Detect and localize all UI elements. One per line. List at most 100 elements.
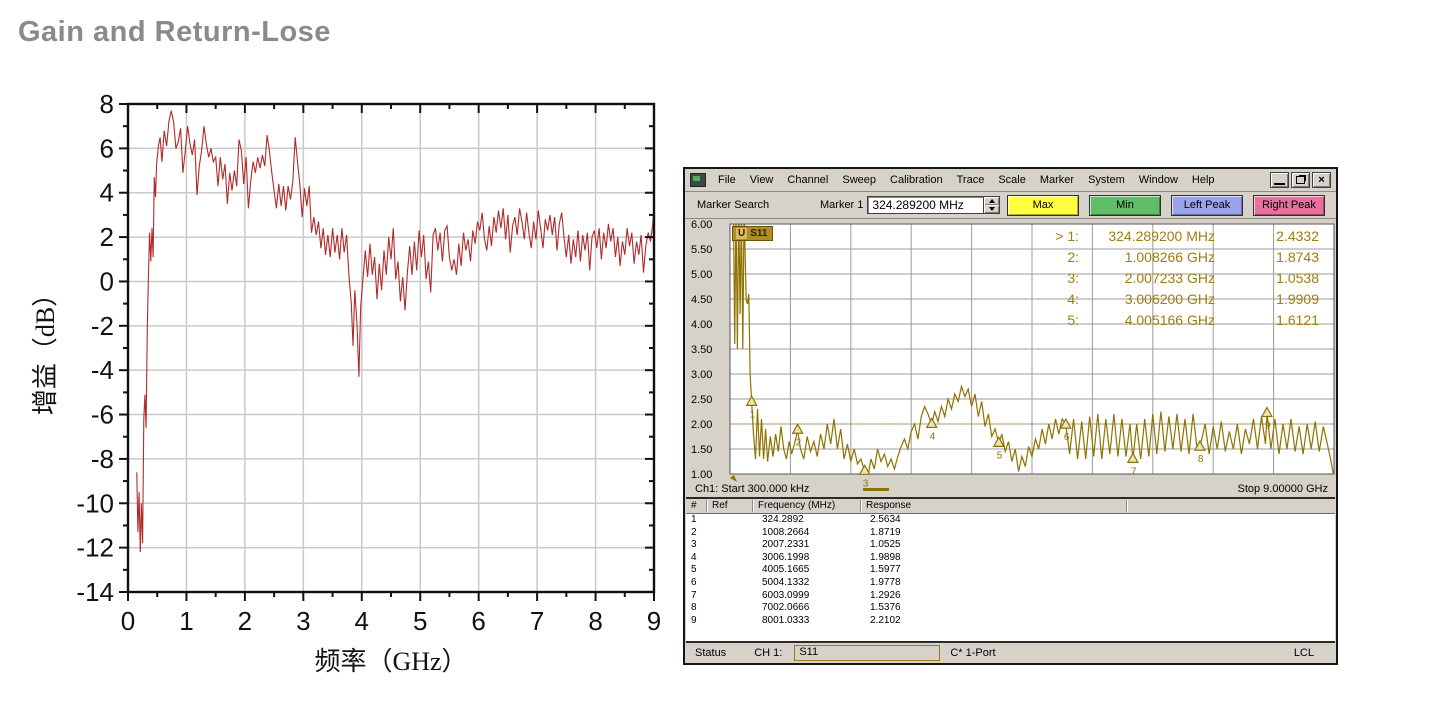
na-scale-label: 4.50 bbox=[691, 294, 712, 306]
menu-view[interactable]: View bbox=[743, 172, 781, 188]
gain-chart: 0 1 2 3 4 5 6 7 8 9 8 6 4 2 0 -2 -4 -6 -8 -10 -12 -14 频率（GHz） 增… bbox=[28, 76, 676, 689]
na-scale-label: 2.50 bbox=[691, 394, 712, 406]
y-axis-title: 增益（dB） bbox=[31, 281, 60, 415]
na-scale-label: 1.00 bbox=[691, 469, 712, 481]
table-row[interactable]: 1 324.2892 2.5634 bbox=[686, 514, 1335, 527]
x-tick-label: 2 bbox=[238, 606, 252, 636]
marker-5[interactable]: 5 bbox=[992, 436, 1005, 461]
marker-6[interactable]: 6 bbox=[1059, 417, 1072, 443]
na-scale-label: 6.00 bbox=[691, 219, 712, 231]
x-tick-label: 9 bbox=[647, 606, 661, 636]
menu-window[interactable]: Window bbox=[1132, 172, 1185, 188]
menu-file[interactable]: File bbox=[711, 172, 743, 188]
y-tick-label: 6 bbox=[100, 133, 114, 163]
y-tick-label: -8 bbox=[91, 444, 114, 474]
marker-1[interactable]: 1 bbox=[745, 395, 758, 420]
start-frequency-label: Ch1: Start 300.000 kHz bbox=[695, 483, 810, 495]
marker-readout-row: > 1: 324.289200 MHz 2.4332 bbox=[1055, 227, 1319, 244]
x-tick-label: 6 bbox=[471, 606, 485, 636]
s11-plot-section: 6.00 5.50 5.00 4.50 4.00 3.50 3.00 2.50 2.00 1.50… bbox=[685, 219, 1336, 489]
table-row[interactable]: 7 6003.0999 1.2926 bbox=[686, 590, 1335, 603]
status-measurement[interactable]: S11 bbox=[794, 645, 941, 661]
menu-items: File View Channel Sweep Calibration Trace Scal… bbox=[711, 172, 1222, 188]
table-row[interactable]: 2 1008.2664 1.8719 bbox=[686, 527, 1335, 540]
marker-table-header: # Ref Frequency (MHz) Response bbox=[686, 499, 1335, 514]
marker-number-label: Marker 1 bbox=[820, 199, 864, 211]
menu-channel[interactable]: Channel bbox=[780, 172, 835, 188]
marker-readout-row: 4: 3.006200 GHz 1.9909 bbox=[1067, 290, 1319, 307]
svg-text:6: 6 bbox=[1064, 432, 1070, 443]
marker-7[interactable]: 7 bbox=[1126, 452, 1139, 477]
marker-4[interactable]: 4 bbox=[925, 417, 938, 442]
stop-frequency-label: Stop 9.00000 GHz bbox=[1237, 483, 1328, 495]
trace-status-tag[interactable]: U S11 bbox=[732, 226, 774, 241]
x-tick-label: 1 bbox=[179, 606, 193, 636]
gain-chart-svg: 0 1 2 3 4 5 6 7 8 9 8 6 4 2 0 -2 -4 -6 -8 -10 -12 -14 频率（GHz） 增… bbox=[31, 89, 661, 676]
marker-table: # Ref Frequency (MHz) Response 1 324.2892… bbox=[686, 497, 1335, 643]
marker-frequency-stepper bbox=[984, 196, 1001, 214]
menu-bar: File View Channel Sweep Calibration Trace Scal… bbox=[685, 169, 1336, 192]
svg-text:5: 5 bbox=[997, 450, 1003, 461]
table-row[interactable]: 6 5004.1332 1.9778 bbox=[686, 577, 1335, 590]
x-tick-label: 4 bbox=[355, 606, 369, 636]
page-title: Gain and Return-Lose bbox=[18, 16, 331, 48]
table-row[interactable]: 5 4005.1665 1.5977 bbox=[686, 564, 1335, 577]
svg-text:1: 1 bbox=[750, 409, 756, 420]
marker-frequency-input[interactable]: 324.289200 MHz bbox=[867, 196, 985, 214]
y-tick-label: -12 bbox=[76, 533, 114, 563]
col-response: Response bbox=[866, 500, 912, 511]
right-peak-button[interactable]: Right Peak bbox=[1253, 194, 1325, 216]
na-scale-label: 5.50 bbox=[691, 244, 712, 256]
col-ref: Ref bbox=[712, 500, 728, 511]
max-button[interactable]: Max bbox=[1007, 194, 1079, 216]
restore-button[interactable] bbox=[1291, 172, 1310, 188]
status-mode: LCL bbox=[1293, 647, 1314, 659]
table-row[interactable]: 3 2007.2331 1.0525 bbox=[686, 539, 1335, 552]
x-tick-label: 0 bbox=[121, 606, 135, 636]
table-row[interactable]: 4 3006.1998 1.9898 bbox=[686, 552, 1335, 565]
x-tick-label: 8 bbox=[588, 606, 602, 636]
menu-calibration[interactable]: Calibration bbox=[883, 172, 950, 188]
marker-2[interactable]: 2 bbox=[791, 423, 804, 448]
svg-text:7: 7 bbox=[1131, 466, 1137, 477]
marker-search-label: Marker Search bbox=[697, 199, 770, 211]
channel-axis-line: Ch1: Start 300.000 kHz Stop 9.00000 GHz bbox=[685, 481, 1336, 497]
x-tick-label: 3 bbox=[296, 606, 310, 636]
marker-readout-row: 5: 4.005166 GHz 1.6121 bbox=[1067, 311, 1319, 328]
na-scale-label: 4.00 bbox=[691, 319, 712, 331]
menu-help[interactable]: Help bbox=[1185, 172, 1222, 188]
status-label: Status bbox=[695, 647, 727, 659]
close-button[interactable]: × bbox=[1312, 172, 1331, 188]
marker-9[interactable]: 9 bbox=[1260, 406, 1273, 431]
left-peak-button[interactable]: Left Peak bbox=[1171, 194, 1243, 216]
gain-trace bbox=[136, 110, 655, 553]
stepper-down-icon[interactable] bbox=[984, 205, 1000, 213]
na-scale-label: 1.50 bbox=[691, 444, 712, 456]
y-tick-label: 2 bbox=[100, 222, 114, 252]
stepper-up-icon[interactable] bbox=[984, 197, 1000, 205]
trace-legend-dash bbox=[863, 487, 890, 491]
window-controls: × bbox=[1270, 172, 1333, 188]
table-row[interactable]: 8 7002.0666 1.5376 bbox=[686, 602, 1335, 615]
minimize-button[interactable] bbox=[1270, 172, 1289, 188]
menu-marker[interactable]: Marker bbox=[1033, 172, 1081, 188]
na-scale-label: 5.00 bbox=[691, 269, 712, 281]
marker-8[interactable]: 8 bbox=[1193, 439, 1206, 465]
marker-search-toolbar: Marker Search Marker 1 324.289200 MHz Ma… bbox=[685, 192, 1336, 219]
page: Gain and Return-Lose 0 1 2 3 4 5 6 7 8 9 8 6 4 2 0 -2 -4… bbox=[0, 0, 1448, 702]
y-tick-label: 8 bbox=[100, 89, 114, 119]
y-tick-label: -6 bbox=[91, 400, 114, 430]
y-tick-label: -14 bbox=[76, 577, 114, 607]
marker-readout-row: 2: 1.008266 GHz 1.8743 bbox=[1067, 248, 1319, 265]
min-button[interactable]: Min bbox=[1089, 194, 1161, 216]
menu-scale[interactable]: Scale bbox=[991, 172, 1033, 188]
menu-system[interactable]: System bbox=[1081, 172, 1132, 188]
menu-sweep[interactable]: Sweep bbox=[835, 172, 883, 188]
na-scale-label: 3.50 bbox=[691, 344, 712, 356]
table-row[interactable]: 9 8001.0333 2.2102 bbox=[686, 615, 1335, 628]
y-tick-label: 0 bbox=[100, 266, 114, 296]
marker-readout-row: 3: 2.007233 GHz 1.0538 bbox=[1067, 269, 1319, 286]
trace-hold-flag: U bbox=[736, 228, 748, 239]
x-tick-label: 5 bbox=[413, 606, 427, 636]
menu-trace[interactable]: Trace bbox=[950, 172, 992, 188]
